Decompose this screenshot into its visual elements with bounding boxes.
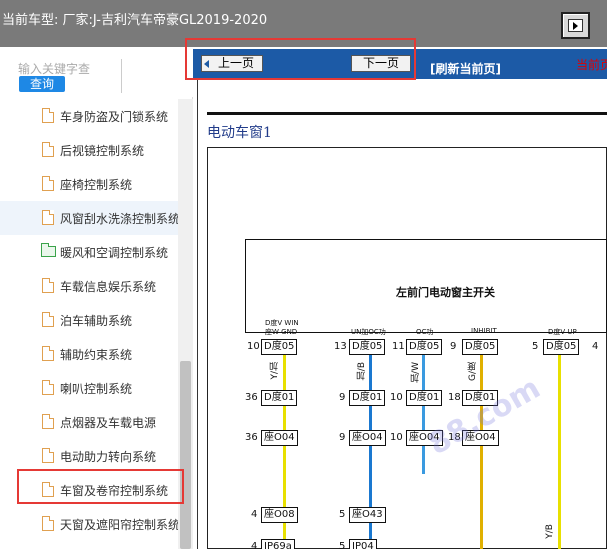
- scrollbar-thumb[interactable]: [180, 361, 191, 549]
- pin-number: 10: [390, 392, 403, 403]
- pin-number: 4: [251, 509, 258, 520]
- list-item-label: 天窗及遮阳帘控制系统: [60, 517, 178, 532]
- list-item-label: 泊车辅助系统: [60, 313, 133, 328]
- connector: D度01: [406, 390, 443, 406]
- pin-label: 座W GND: [265, 328, 298, 336]
- list-item-label: 辅助约束系统: [60, 347, 133, 362]
- connector: D度05: [261, 339, 298, 355]
- pin-label: INHIBIT: [471, 327, 497, 335]
- wire-green: [480, 354, 483, 549]
- connector: D度01: [261, 390, 298, 406]
- connector: D度05: [462, 339, 499, 355]
- pin-number: 9: [339, 392, 346, 403]
- document-icon: [42, 346, 54, 361]
- list-item-label: 后视镜控制系统: [60, 143, 145, 158]
- search-area: 查询: [0, 47, 193, 97]
- document-icon: [42, 448, 54, 463]
- list-item-label: 点烟器及车载电源: [60, 415, 157, 430]
- wire-yellow-2: [558, 354, 561, 549]
- pin-number: 13: [334, 341, 347, 352]
- list-item[interactable]: 电动助力转向系统: [0, 439, 178, 473]
- connector: D度05: [543, 339, 580, 355]
- pin-number: 10: [390, 432, 403, 443]
- list-item[interactable]: 车身防盗及门锁系统: [0, 99, 178, 133]
- connector: D度05: [406, 339, 443, 355]
- refresh-page-link[interactable]: [刷新当前页]: [430, 60, 501, 77]
- document-icon: [42, 210, 54, 225]
- list-item-label: 暖风和空调控制系统: [60, 245, 169, 260]
- wire-lightblue: [422, 354, 425, 474]
- document-icon: [42, 516, 54, 531]
- document-icon: [42, 312, 54, 327]
- search-input[interactable]: [18, 61, 116, 77]
- list-item[interactable]: 喇叭控制系统: [0, 371, 178, 405]
- document-icon: [42, 176, 54, 191]
- wire-color-label: G/度: [468, 362, 478, 382]
- pin-label: D度V UP: [548, 328, 577, 336]
- list-item-label: 喇叭控制系统: [60, 381, 133, 396]
- diagram-title: 电动车窗1: [207, 125, 272, 141]
- pin-label: OC功: [416, 328, 434, 336]
- list-item-label: 电动助力转向系统: [60, 449, 157, 464]
- document-icon: [42, 380, 54, 395]
- connector: 座O43: [349, 507, 386, 523]
- wire-color-label: 加/W: [411, 362, 421, 383]
- document-icon: [42, 108, 54, 123]
- list-item[interactable]: 车载信息娱乐系统: [0, 269, 178, 303]
- connector: 座O04: [349, 430, 386, 446]
- expand-button[interactable]: [561, 12, 590, 39]
- module-label: 左前门电动窗主开关: [396, 286, 495, 299]
- folder-icon: [41, 243, 56, 257]
- wire-color-label: Y/B: [545, 524, 555, 539]
- pin-number: 9: [450, 341, 457, 352]
- pin-number: 11: [392, 341, 405, 352]
- pin-number: 4: [251, 541, 258, 549]
- wire-color-label: Y/加: [270, 362, 280, 380]
- list-item[interactable]: 座椅控制系统: [0, 167, 178, 201]
- pin-number: 4: [592, 341, 599, 352]
- pin-label: UN加OC功: [351, 328, 386, 336]
- pin-number: 10: [247, 341, 260, 352]
- pin-number: 5: [339, 509, 346, 520]
- document-icon: [42, 278, 54, 293]
- pin-number: 36: [245, 432, 258, 443]
- header-rule: [207, 112, 607, 115]
- list-item[interactable]: 后视镜控制系统: [0, 133, 178, 167]
- list-item-label: 车载信息娱乐系统: [60, 279, 157, 294]
- play-arrow-icon: [573, 22, 578, 30]
- page-nav-highlight: [185, 38, 416, 80]
- list-item-label: 风窗刮水洗涤控制系统: [60, 211, 178, 226]
- wire-color-label: 加/B: [357, 362, 367, 381]
- list-item[interactable]: 点烟器及车载电源: [0, 405, 178, 439]
- document-icon: [42, 142, 54, 157]
- document-icon: [42, 414, 54, 429]
- search-divider: [121, 59, 122, 93]
- list-item[interactable]: 暖风和空调控制系统: [0, 235, 178, 269]
- list-item[interactable]: 泊车辅助系统: [0, 303, 178, 337]
- vehicle-title: 当前车型: 厂家:J-吉利汽车帝豪GL2019-2020: [2, 13, 268, 28]
- master-switch-module: 左前门电动窗主开关: [245, 239, 607, 333]
- connector: IP69a: [261, 539, 295, 549]
- list-item[interactable]: 风窗刮水洗涤控制系统: [0, 201, 178, 235]
- pin-number: 36: [245, 392, 258, 403]
- connector: 座O08: [261, 507, 298, 523]
- connector: D度05: [349, 339, 386, 355]
- list-item[interactable]: 辅助约束系统: [0, 337, 178, 371]
- pin-number: 5: [339, 541, 346, 549]
- connector: D度01: [349, 390, 386, 406]
- pin-number: 5: [532, 341, 539, 352]
- pin-number: 18: [448, 392, 461, 403]
- connector: 座O04: [261, 430, 298, 446]
- list-item[interactable]: 天窗及遮阳帘控制系统: [0, 507, 178, 541]
- pin-number: 9: [339, 432, 346, 443]
- diagram-page: 电动车窗1 左前门电动窗主开关 D度V WIN 座W GND UN加OC功 OC…: [193, 79, 607, 549]
- list-item-label: 座椅控制系统: [60, 177, 133, 192]
- page-border: [197, 79, 198, 549]
- query-button[interactable]: 查询: [19, 76, 65, 92]
- list-item-label: 车身防盗及门锁系统: [60, 109, 169, 124]
- document-viewer: 上一页 下一页 [刷新当前页] 当前页 电动车窗1 左前门电动窗主开关 D度V …: [193, 47, 607, 549]
- current-page-label: 当前页: [576, 58, 607, 72]
- connector: IP04: [349, 539, 377, 549]
- selected-item-highlight: [17, 469, 184, 504]
